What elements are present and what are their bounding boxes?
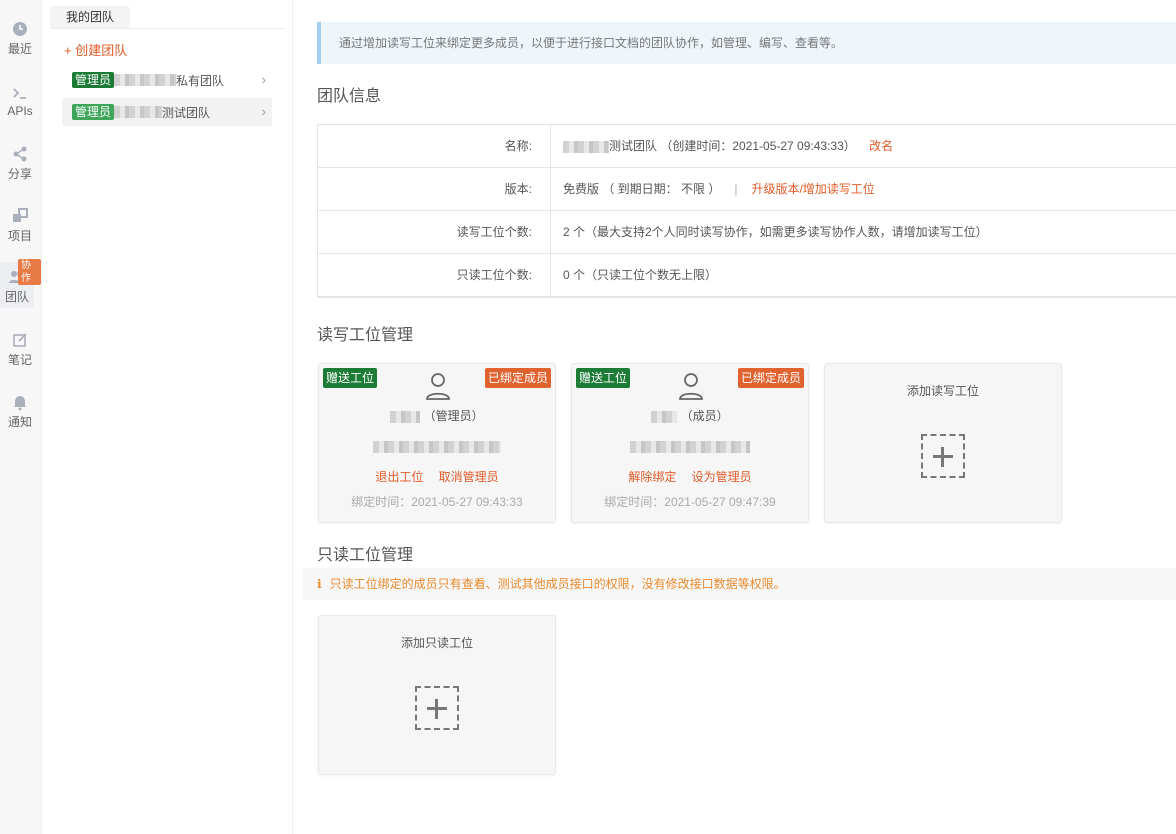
- main-content: 通过增加读写工位来绑定更多成员，以便于进行接口文档的团队协作，如管理、编写、查看…: [293, 0, 1176, 834]
- version-value: 免费版 （ 到期日期： 不限 ） | 升级版本/增加读写工位: [551, 168, 1176, 210]
- nav-apis[interactable]: APIs: [0, 84, 40, 126]
- nav-projects-label: 项目: [7, 229, 32, 243]
- team-list-panel: 我的团队 + 创建团队 管理员 私有团队 › 管理员 测试团队 ›: [42, 0, 293, 834]
- seat-actions: 解除绑定 设为管理员: [572, 468, 808, 485]
- revoke-admin-link[interactable]: 取消管理员: [439, 470, 499, 484]
- info-row-ro-count: 只读工位个数: 0 个（只读工位个数无上限）: [318, 254, 1176, 298]
- redacted-text: [390, 410, 421, 423]
- redacted-text: [114, 74, 177, 86]
- chevron-right-icon: ›: [261, 104, 266, 119]
- collab-badge: 协作: [18, 259, 41, 285]
- share-icon: [13, 146, 27, 162]
- add-rw-seat-card[interactable]: 添加读写工位: [824, 363, 1062, 523]
- rw-seat-card: 赠送工位 已绑定成员 （成员） 解除绑定 设为管理员 绑定时间：2021-05-…: [571, 363, 809, 523]
- admin-tag: 管理员: [72, 72, 115, 88]
- nav-team-label: 团队: [4, 290, 29, 304]
- nav-projects[interactable]: 项目: [0, 207, 40, 249]
- rw-seat-card: 赠送工位 已绑定成员 （管理员） 退出工位 取消管理员 绑定时间：2021-05…: [318, 363, 556, 523]
- nav-notes[interactable]: 笔记: [0, 331, 40, 373]
- redacted-text: [651, 410, 678, 423]
- team-info-title: 团队信息: [317, 88, 382, 105]
- user-icon: [679, 373, 703, 400]
- info-row-name: 名称: 测试团队 （创建时间：2021-05-27 09:43:33） 改名: [318, 125, 1176, 168]
- nav-notes-label: 笔记: [7, 353, 32, 367]
- add-ro-seat-card[interactable]: 添加只读工位: [318, 615, 556, 775]
- name-label: 名称:: [318, 125, 551, 167]
- team-info-table: 名称: 测试团队 （创建时间：2021-05-27 09:43:33） 改名 版…: [317, 124, 1176, 298]
- name-value: 测试团队 （创建时间：2021-05-27 09:43:33） 改名: [551, 125, 1176, 167]
- info-row-rw-count: 读写工位个数: 2 个（最大支持2个人同时读写协作，如需更多读写协作人数，请增加…: [318, 211, 1176, 254]
- rw-seat-title: 读写工位管理: [317, 327, 414, 344]
- seat-actions: 退出工位 取消管理员: [319, 468, 555, 485]
- info-tip: 通过增加读写工位来绑定更多成员，以便于进行接口文档的团队协作，如管理、编写、查看…: [317, 22, 1176, 64]
- separator: |: [734, 182, 738, 196]
- bound-member-tag: 已绑定成员: [484, 368, 551, 388]
- plus-icon: [921, 434, 965, 478]
- member-email: [572, 439, 808, 453]
- nav-share[interactable]: 分享: [0, 145, 40, 187]
- ro-count-label: 只读工位个数:: [318, 254, 551, 296]
- set-admin-link[interactable]: 设为管理员: [692, 470, 752, 484]
- projects-icon: [13, 208, 28, 222]
- nav-notify-label: 通知: [7, 415, 32, 429]
- ro-count-value: 0 个（只读工位个数无上限）: [563, 268, 718, 282]
- redacted-text: [630, 440, 750, 453]
- upgrade-link[interactable]: 升级版本/增加读写工位: [751, 182, 874, 196]
- nav-recent-label: 最近: [7, 42, 32, 56]
- admin-tag: 管理员: [72, 104, 115, 120]
- rw-count-value: 2 个（最大支持2个人同时读写协作，如需更多读写协作人数，请增加读写工位）: [563, 225, 988, 239]
- terminal-icon: [13, 88, 26, 99]
- gift-seat-tag: 赠送工位: [576, 368, 631, 388]
- member-name: （管理员）: [319, 407, 555, 424]
- member-role: （成员）: [680, 409, 729, 423]
- member-name: （成员）: [572, 407, 808, 424]
- chevron-right-icon: ›: [261, 72, 266, 87]
- team-item-private[interactable]: 管理员 私有团队 ›: [62, 66, 272, 94]
- redacted-text: [373, 440, 501, 453]
- plus-icon: [415, 686, 459, 730]
- ro-warning: ℹ 只读工位绑定的成员只有查看、测试其他成员接口的权限，没有修改接口数据等权限。: [303, 568, 1176, 600]
- member-email: [319, 439, 555, 453]
- unbind-link[interactable]: 解除绑定: [628, 470, 676, 484]
- bell-icon: [14, 396, 26, 411]
- rename-link[interactable]: 改名: [869, 139, 893, 153]
- bind-time: 绑定时间：2021-05-27 09:47:39: [604, 495, 776, 509]
- nav-notify[interactable]: 通知: [0, 393, 40, 435]
- nav-apis-label: APIs: [7, 104, 33, 118]
- note-icon: [13, 333, 27, 347]
- team-name: 私有团队: [176, 73, 225, 88]
- bind-time: 绑定时间：2021-05-27 09:43:33: [351, 495, 523, 509]
- version-text: 免费版 （ 到期日期： 不限 ）: [563, 182, 721, 196]
- gift-seat-tag: 赠送工位: [323, 368, 378, 388]
- bound-member-tag: 已绑定成员: [737, 368, 804, 388]
- create-team-button[interactable]: + 创建团队: [64, 40, 127, 59]
- tab-underline: [50, 28, 285, 29]
- info-row-version: 版本: 免费版 （ 到期日期： 不限 ） | 升级版本/增加读写工位: [318, 168, 1176, 211]
- nav-share-label: 分享: [7, 167, 32, 181]
- member-role: （管理员）: [423, 409, 484, 423]
- add-rw-seat-label: 添加读写工位: [906, 384, 979, 398]
- info-icon: ℹ: [317, 577, 322, 591]
- team-name: 测试团队: [162, 105, 211, 120]
- version-label: 版本:: [318, 168, 551, 210]
- redacted-text: [563, 140, 609, 153]
- ro-warning-text: 只读工位绑定的成员只有查看、测试其他成员接口的权限，没有修改接口数据等权限。: [329, 577, 786, 591]
- clock-icon: [13, 22, 27, 36]
- tab-my-teams[interactable]: 我的团队: [50, 6, 130, 28]
- team-name-text: 测试团队 （创建时间：2021-05-27 09:43:33）: [609, 139, 856, 153]
- add-ro-seat-label: 添加只读工位: [400, 636, 473, 650]
- ro-seat-title: 只读工位管理: [317, 547, 414, 564]
- rw-count-label: 读写工位个数:: [318, 211, 551, 253]
- nav-recent[interactable]: 最近: [0, 20, 40, 62]
- team-item-test[interactable]: 管理员 测试团队 ›: [62, 98, 272, 126]
- user-icon: [426, 373, 450, 400]
- redacted-text: [114, 106, 163, 118]
- leave-seat-link[interactable]: 退出工位: [375, 470, 423, 484]
- left-nav: 最近 APIs 分享 项目 团队 协作 笔记 通知: [0, 0, 42, 834]
